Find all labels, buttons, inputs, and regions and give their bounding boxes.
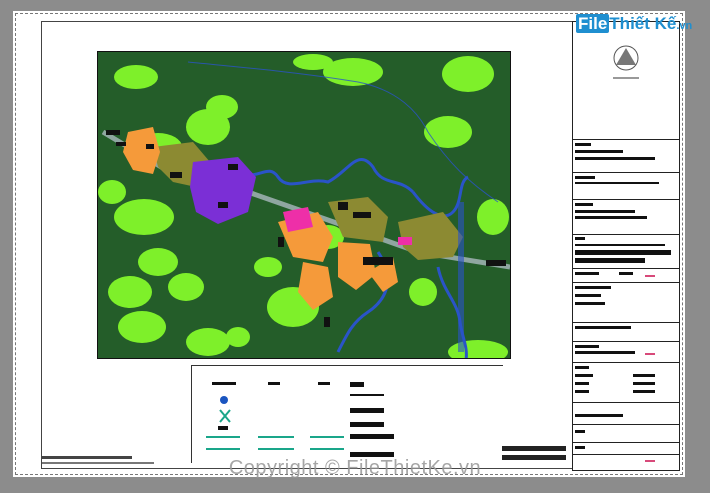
green-patches [98, 54, 509, 358]
map-drawing [98, 54, 510, 358]
title-block [572, 21, 680, 471]
zone-purple [190, 157, 256, 224]
emblem-icon [613, 45, 639, 79]
planning-map [97, 51, 511, 359]
well-symbol-icon [220, 396, 228, 404]
intersection-symbol-icon [219, 409, 231, 423]
copyright-watermark: Copyright © FileThietKe.vn [228, 457, 482, 479]
logo-box-text: File [576, 14, 610, 33]
site-logo: File Thiết Kế.vn [576, 14, 692, 34]
logo-rest-text: Thiết Kế [609, 14, 677, 33]
map-legend [191, 365, 503, 463]
logo-domain: .vn [676, 20, 693, 32]
drawing-label [502, 446, 566, 451]
